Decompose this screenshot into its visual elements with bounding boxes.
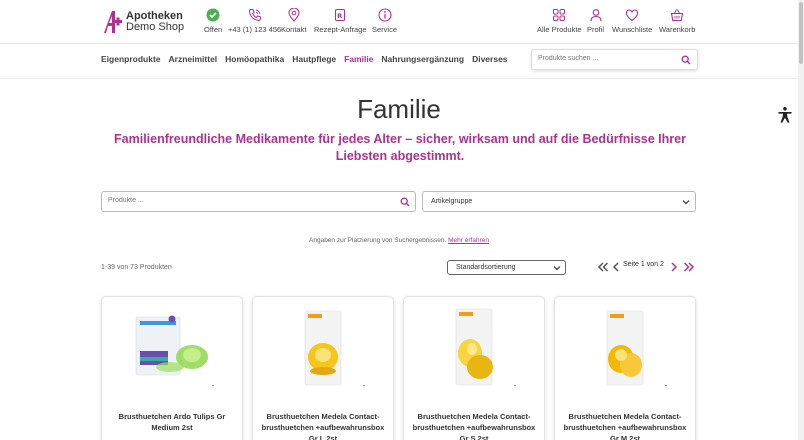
location-pin-icon xyxy=(288,8,300,22)
nav-item-nahrungsergaenzung[interactable]: Nahrungsergänzung xyxy=(381,54,464,64)
brand-line2: Demo Shop xyxy=(126,21,185,33)
info-text: Angaben zur Platzierung von Suchergebnis… xyxy=(309,237,447,244)
page-indicator: Seite 1 von 2 xyxy=(623,261,664,268)
header-item-service[interactable]: Service xyxy=(372,8,397,34)
product-image xyxy=(606,310,644,386)
header-search xyxy=(531,49,698,70)
header-all-products-label: Alle Produkte xyxy=(537,25,582,34)
next-page-icon[interactable] xyxy=(667,260,681,274)
nav-item-arzneimittel[interactable]: Arzneimittel xyxy=(169,54,218,64)
header-item-contact[interactable]: Kontakt xyxy=(281,8,306,34)
header-item-prescription-label: Rezept-Anfrage xyxy=(314,25,367,34)
grid-icon xyxy=(553,9,566,21)
product-image xyxy=(135,315,208,376)
scrollbar-thumb[interactable] xyxy=(799,2,803,64)
article-group-select[interactable]: Artikelgruppe xyxy=(422,191,696,212)
first-page-icon[interactable] xyxy=(596,260,610,274)
product-card[interactable]: Brusthuetchen Medela Contact-brusthuetch… xyxy=(252,296,394,440)
svg-text:R: R xyxy=(338,12,343,20)
previous-page-icon[interactable] xyxy=(609,260,623,274)
nav-item-diverses[interactable]: Diverses xyxy=(472,54,507,64)
chevron-down-icon xyxy=(553,266,561,271)
header-item-open[interactable]: Offen xyxy=(204,8,222,34)
product-name[interactable]: Brusthuetchen Ardo Tulips Gr Medium 2st xyxy=(110,411,234,433)
header-all-products[interactable]: Alle Produkte xyxy=(537,8,582,34)
nav-item-hautpflege[interactable]: Hautpflege xyxy=(292,54,336,64)
header-profile-label: Profil xyxy=(587,25,605,34)
product-name[interactable]: Brusthuetchen Medela Contact-brusthuetch… xyxy=(412,411,536,440)
header-item-contact-label: Kontakt xyxy=(281,25,307,34)
product-filter-search xyxy=(101,191,416,212)
more-info-link[interactable]: Mehr erfahren xyxy=(448,237,489,244)
header-item-phone-label: +43 (1) 123 456 xyxy=(228,25,282,34)
nav-divider xyxy=(0,78,798,79)
product-search-input[interactable] xyxy=(108,197,378,204)
product-card[interactable]: Brusthuetchen Medela Contact-brusthuetch… xyxy=(554,296,696,440)
check-circle-icon xyxy=(206,8,220,22)
header-wishlist-label: Wunschliste xyxy=(612,25,653,34)
page-title: Familie xyxy=(357,94,441,124)
category-nav: Eigenprodukte Arzneimittel Homöopathika … xyxy=(101,54,516,64)
header-cart-label: Warenkorb xyxy=(659,25,696,34)
product-image xyxy=(455,308,493,386)
header-wishlist[interactable]: Wunschliste xyxy=(612,8,652,34)
sort-label: Standardsortierung xyxy=(456,264,516,271)
last-page-icon[interactable] xyxy=(682,260,696,274)
heart-icon xyxy=(626,9,639,22)
image-marker xyxy=(212,385,214,386)
header-item-prescription[interactable]: R Rezept-Anfrage xyxy=(314,8,367,34)
top-header: Apotheken Demo Shop Offen +43 (1) 123 45… xyxy=(0,0,798,44)
product-name[interactable]: Brusthuetchen Medela Contact-brusthuetch… xyxy=(261,411,385,440)
header-cart[interactable]: Warenkorb xyxy=(659,8,695,34)
product-image xyxy=(304,310,342,386)
image-marker xyxy=(363,385,365,386)
user-icon xyxy=(589,9,602,22)
product-name[interactable]: Brusthuetchen Medela Contact-brusthuetch… xyxy=(563,411,687,440)
search-placement-info: Angaben zur Platzierung von Suchergebnis… xyxy=(0,237,798,244)
product-count: 1-39 von 73 Produkten xyxy=(101,264,172,271)
nav-item-familie[interactable]: Familie xyxy=(344,54,373,64)
article-group-label: Artikelgruppe xyxy=(431,198,473,205)
brand-logo[interactable]: Apotheken Demo Shop xyxy=(101,9,184,35)
scrollbar-track[interactable] xyxy=(798,0,804,440)
logo-mark-icon xyxy=(104,11,122,33)
product-card[interactable]: Brusthuetchen Ardo Tulips Gr Medium 2st xyxy=(101,296,243,440)
product-card[interactable]: Brusthuetchen Medela Contact-brusthuetch… xyxy=(403,296,545,440)
header-item-service-label: Service xyxy=(372,25,398,34)
sort-select[interactable]: Standardsortierung xyxy=(447,260,566,275)
info-icon xyxy=(377,8,392,22)
page-subtitle: Familienfreundliche Medikamente für jede… xyxy=(114,132,686,163)
brand-text: Apotheken Demo Shop xyxy=(126,11,184,33)
image-marker xyxy=(665,385,667,386)
header-item-phone[interactable]: +43 (1) 123 456 xyxy=(228,8,281,34)
nav-item-homoeopathika[interactable]: Homöopathika xyxy=(225,54,284,64)
image-marker xyxy=(514,385,516,386)
chevron-down-icon xyxy=(682,200,690,205)
prescription-icon: R xyxy=(335,8,346,22)
header-profile[interactable]: Profil xyxy=(587,8,604,34)
accessibility-icon[interactable] xyxy=(776,106,794,124)
phone-icon xyxy=(248,9,261,22)
header-item-open-label: Offen xyxy=(204,25,223,34)
search-icon[interactable] xyxy=(400,197,410,207)
search-icon[interactable] xyxy=(681,55,691,65)
basket-icon xyxy=(671,9,684,22)
header-search-input[interactable] xyxy=(538,55,678,62)
nav-item-eigenprodukte[interactable]: Eigenprodukte xyxy=(101,54,161,64)
